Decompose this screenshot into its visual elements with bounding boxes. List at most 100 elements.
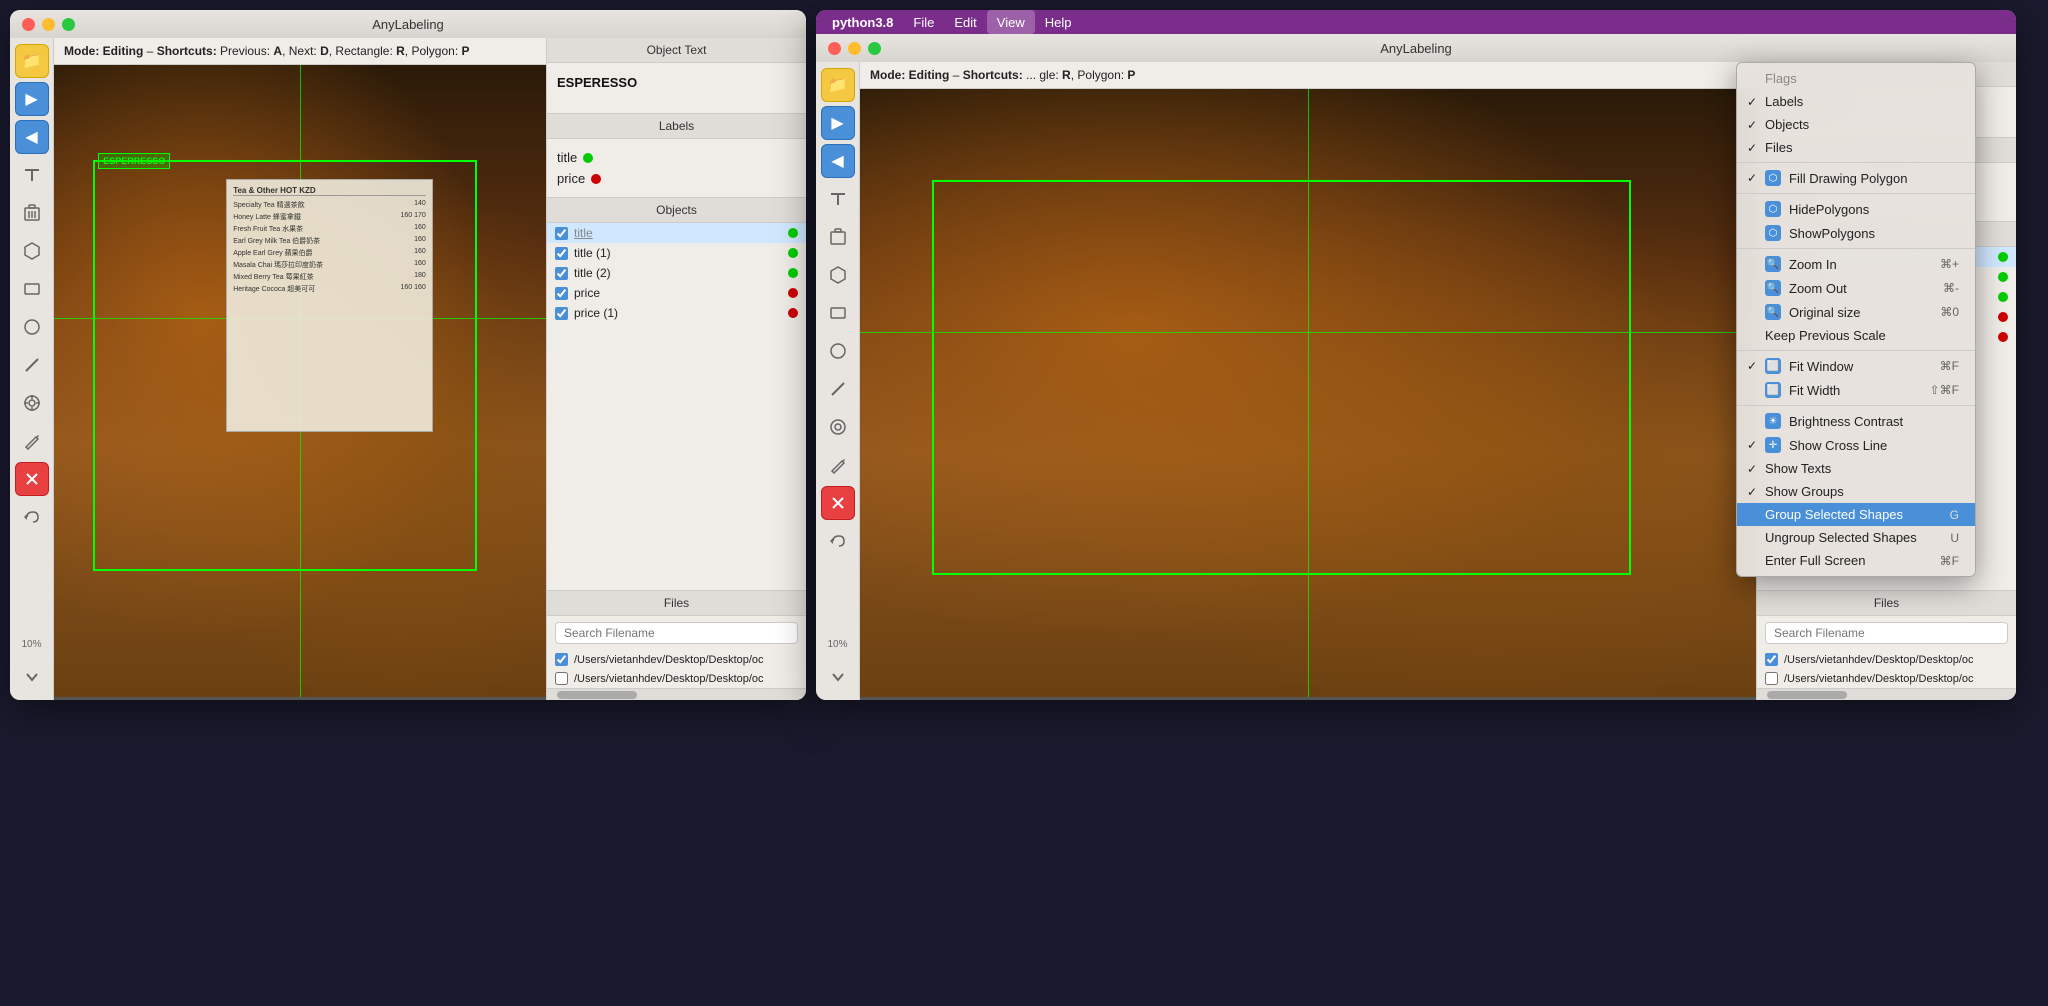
open-folder-btn-2[interactable]: 📁 [821,68,855,102]
delete-btn[interactable] [15,196,49,230]
line-btn[interactable] [15,348,49,382]
scrollbar-thumb-1[interactable] [557,691,637,699]
object-dot-price-2 [1998,312,2008,322]
pen-btn[interactable] [15,424,49,458]
menu-show-polygons[interactable]: ⬡ ShowPolygons [1737,221,1975,245]
file-check-2-2[interactable] [1765,672,1778,685]
zoom-in-shortcut: ⌘+ [1940,257,1959,271]
close-button-1[interactable] [22,18,35,31]
menubar-view-2[interactable]: View [987,10,1035,34]
object-check-title1-1[interactable] [555,247,568,260]
canvas-img-1[interactable]: ESPERRESSO Tea & Other HOT KZD Specialty… [54,65,546,697]
menu-show-texts[interactable]: ✓ Show Texts [1737,457,1975,480]
target-btn-2[interactable] [821,410,855,444]
labels-header-1: Labels [547,114,806,139]
prev-btn[interactable]: ◀ [15,120,49,154]
object-check-price1-1[interactable] [555,307,568,320]
object-check-price-1[interactable] [555,287,568,300]
menubar-file-2[interactable]: File [903,10,944,34]
menu-show-cross-line[interactable]: ✓ ✛ Show Cross Line [1737,433,1975,457]
object-item-price-1[interactable]: price [547,283,806,303]
menu-enter-fullscreen-label: Enter Full Screen [1765,553,1865,568]
scrollbar-1[interactable] [547,688,806,700]
prev-btn-2[interactable]: ◀ [821,144,855,178]
maximize-button-2[interactable] [868,42,881,55]
scroll-down-2[interactable] [821,660,855,694]
close-red-btn[interactable] [15,462,49,496]
hexagon-btn-2[interactable] [821,258,855,292]
next-btn[interactable]: ▶ [15,82,49,116]
file-item-2-1[interactable]: /Users/vietanhdev/Desktop/Desktop/oc [547,669,806,688]
object-label-price1-1: price (1) [574,306,782,320]
menu-labels[interactable]: ✓ Labels [1737,90,1975,113]
file-check-2-1[interactable] [555,672,568,685]
circle-btn-2[interactable] [821,334,855,368]
file-item-1-1[interactable]: /Users/vietanhdev/Desktop/Desktop/oc [547,650,806,669]
label-title-text-1: title [557,150,577,165]
zoom-out-shortcut: ⌘- [1943,281,1959,295]
file-check-1-2[interactable] [1765,653,1778,666]
rectangle-btn[interactable] [15,272,49,306]
search-input-1[interactable] [555,622,798,644]
object-item-price1-1[interactable]: price (1) [547,303,806,323]
menu-flags[interactable]: Flags [1737,67,1975,90]
object-check-title-1[interactable] [555,227,568,240]
close-button-2[interactable] [828,42,841,55]
menu-zoom-out[interactable]: 🔍 Zoom Out ⌘- [1737,276,1975,300]
menubar-app-2[interactable]: python3.8 [822,10,903,34]
file-check-1-1[interactable] [555,653,568,666]
undo-btn[interactable] [15,500,49,534]
hexagon-btn[interactable] [15,234,49,268]
canvas-img-2[interactable] [860,89,1756,697]
minimize-button-2[interactable] [848,42,861,55]
object-item-title-1[interactable]: title [547,223,806,243]
menu-keep-prev-scale[interactable]: Keep Previous Scale [1737,324,1975,347]
menu-hide-polygons[interactable]: ⬡ HidePolygons [1737,197,1975,221]
objects-list-1[interactable]: title title (1) title (2) [547,223,806,590]
menu-objects[interactable]: ✓ Objects [1737,113,1975,136]
rectangle-btn-2[interactable] [821,296,855,330]
menu-files[interactable]: ✓ Files [1737,136,1975,159]
object-check-title2-1[interactable] [555,267,568,280]
search-input-2[interactable] [1765,622,2008,644]
text-tool-btn-2[interactable] [821,182,855,216]
target-btn[interactable] [15,386,49,420]
menu-show-groups[interactable]: ✓ Show Groups [1737,480,1975,503]
object-item-title2-1[interactable]: title (2) [547,263,806,283]
file-item-1-2[interactable]: /Users/vietanhdev/Desktop/Desktop/oc [1757,650,2016,669]
file-path-2-1: /Users/vietanhdev/Desktop/Desktop/oc [574,673,764,685]
menu-fit-window[interactable]: ✓ ⬜ Fit Window ⌘F [1737,354,1975,378]
menu-zoom-in[interactable]: 🔍 Zoom In ⌘+ [1737,252,1975,276]
menu-row-1: Specialty Tea 精選茶飲140 [233,200,426,210]
next-btn-2[interactable]: ▶ [821,106,855,140]
menu-brightness-contrast[interactable]: ☀ Brightness Contrast [1737,409,1975,433]
menu-ungroup-shapes[interactable]: Ungroup Selected Shapes U [1737,526,1975,549]
menu-board-1: Tea & Other HOT KZD Specialty Tea 精選茶飲14… [226,179,433,432]
sep-5 [1737,405,1975,406]
menu-fill-drawing[interactable]: ✓ ⬡ Fill Drawing Polygon [1737,166,1975,190]
menubar-edit-2[interactable]: Edit [944,10,986,34]
label-price-text-1: price [557,171,585,186]
zoom-out-icon: 🔍 [1765,280,1781,296]
maximize-button-1[interactable] [62,18,75,31]
delete-btn-2[interactable] [821,220,855,254]
minimize-button-1[interactable] [42,18,55,31]
file-item-2-2[interactable]: /Users/vietanhdev/Desktop/Desktop/oc [1757,669,2016,688]
scroll-down-1[interactable] [15,660,49,694]
undo-btn-2[interactable] [821,524,855,558]
menubar-help-2[interactable]: Help [1035,10,1082,34]
circle-btn[interactable] [15,310,49,344]
menu-enter-fullscreen[interactable]: Enter Full Screen ⌘F [1737,549,1975,572]
open-folder-btn[interactable]: 📁 [15,44,49,78]
text-tool-btn[interactable] [15,158,49,192]
file-path-1-2: /Users/vietanhdev/Desktop/Desktop/oc [1784,654,1974,666]
close-red-btn-2[interactable] [821,486,855,520]
pen-btn-2[interactable] [821,448,855,482]
menu-original-size[interactable]: 🔍 Original size ⌘0 [1737,300,1975,324]
menu-group-shapes[interactable]: Group Selected Shapes G [1737,503,1975,526]
line-btn-2[interactable] [821,372,855,406]
scrollbar-2[interactable] [1757,688,2016,700]
scrollbar-thumb-2[interactable] [1767,691,1847,699]
menu-fit-width[interactable]: ⬜ Fit Width ⇧⌘F [1737,378,1975,402]
object-item-title1-1[interactable]: title (1) [547,243,806,263]
